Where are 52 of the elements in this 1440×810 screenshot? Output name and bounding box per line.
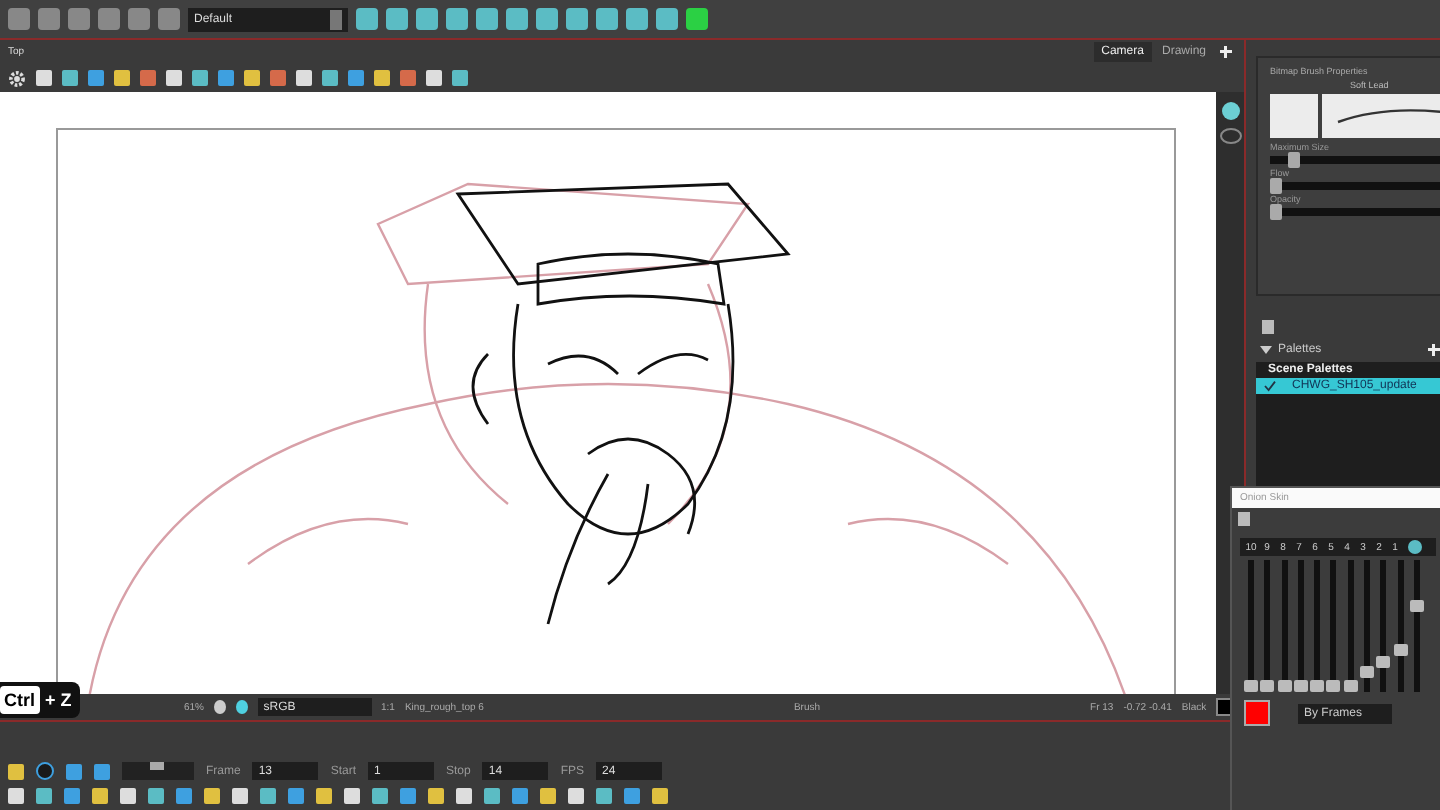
slider-track[interactable] — [1360, 560, 1375, 692]
toolbar-icon[interactable] — [686, 8, 708, 30]
speed-slider-track[interactable] — [122, 762, 194, 780]
slider-track[interactable] — [1409, 560, 1424, 692]
slider-thumb[interactable] — [1260, 680, 1275, 692]
toolbar-icon[interactable] — [416, 8, 438, 30]
slider-track[interactable] — [1277, 560, 1292, 692]
slider-thumb[interactable] — [1288, 152, 1301, 168]
slider-track[interactable] — [1293, 560, 1308, 692]
key-combo: + Z — [45, 690, 72, 710]
slider-thumb[interactable] — [150, 762, 165, 770]
toolbar-icon[interactable] — [8, 763, 24, 779]
slider-track[interactable] — [1270, 182, 1440, 190]
add-icon[interactable] — [1220, 46, 1232, 58]
toolbar-icon[interactable] — [446, 8, 468, 30]
toolbar-icon[interactable] — [536, 8, 558, 30]
slider-track[interactable] — [1244, 560, 1258, 692]
slider-track[interactable] — [1376, 560, 1391, 692]
toolbar-icon[interactable] — [356, 8, 378, 30]
slider-thumb[interactable] — [1343, 680, 1358, 692]
slider-track[interactable] — [1270, 208, 1440, 216]
toolbar-icon[interactable] — [566, 8, 588, 30]
slider-track[interactable] — [1260, 560, 1275, 692]
slider-thumb[interactable] — [1393, 644, 1408, 657]
settings-icon[interactable] — [8, 69, 26, 87]
caret-icon — [330, 9, 342, 29]
toolbar-icon[interactable] — [476, 8, 498, 30]
slider-track[interactable] — [1326, 560, 1341, 692]
slider-track[interactable] — [1343, 560, 1358, 692]
toolbar-icon[interactable] — [506, 8, 528, 30]
slider-thumb[interactable] — [1293, 680, 1308, 692]
toolbar-icon[interactable] — [656, 8, 678, 30]
slider-thumb[interactable] — [1360, 666, 1375, 679]
toolbar-icon[interactable] — [596, 8, 618, 30]
toolbar-icon[interactable] — [386, 8, 408, 30]
add-icon[interactable] — [1428, 344, 1440, 356]
slider-thumb[interactable] — [1326, 680, 1341, 692]
slider-track[interactable] — [1393, 560, 1408, 692]
slider-track[interactable] — [1270, 156, 1440, 164]
slider-thumb[interactable] — [1409, 599, 1424, 612]
slider-thumb[interactable] — [1277, 680, 1292, 692]
slider-track[interactable] — [1310, 560, 1325, 692]
collapse-icon[interactable] — [1260, 346, 1272, 354]
slider-thumb[interactable] — [1270, 204, 1282, 220]
key-label: Ctrl — [0, 686, 39, 714]
checkmark-icon[interactable] — [1264, 380, 1276, 392]
slider-thumb[interactable] — [1310, 680, 1325, 692]
slider-thumb[interactable] — [1244, 680, 1258, 692]
slider-thumb[interactable] — [1376, 655, 1391, 668]
slider-thumb[interactable] — [1270, 178, 1282, 194]
color-swatch[interactable] — [1244, 700, 1270, 726]
toolbar-icon[interactable] — [626, 8, 648, 30]
